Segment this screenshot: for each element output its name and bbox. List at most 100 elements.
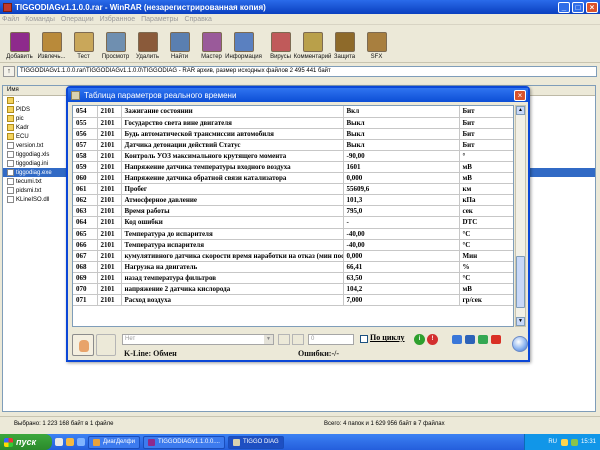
param-id: 057 [73,139,98,151]
toolbar-button-delete[interactable]: Удалить [132,32,163,60]
param-value: -40,00 [343,228,460,240]
mode-combo[interactable]: Нет ▼ [122,334,274,345]
count-input[interactable]: 0 [308,334,354,345]
quicklaunch-desktop-icon[interactable] [55,438,63,446]
toolbar-button-comment[interactable]: Комментарий [294,32,331,60]
table-row[interactable]: 054 2101 Зажигание состоянии Вкл Бит [73,106,513,118]
language-indicator[interactable]: RU [548,439,557,445]
toolbar-button-add-archive[interactable]: Добавить [4,32,35,60]
table-row[interactable]: 062 2101 Атмосферное давление 101,3 кПа [73,194,513,207]
errors-status: Ошибки:-/- [298,349,340,358]
table-row[interactable]: 064 2101 Код ошибки - DTC [73,216,513,229]
taskbar-task[interactable]: TIGGODIAGv1.1.0.0.... [142,435,225,449]
toolbar-button-wizard[interactable]: Мастер [196,32,227,60]
param-value: Выкл [343,128,460,140]
quicklaunch-explorer-icon[interactable] [66,438,74,446]
param-name: Расход воздуха [121,294,344,307]
table-row[interactable]: 058 2101 Контроль УОЗ максимального крутящ… [73,150,513,162]
table-row[interactable]: 060 2101 Напряжение датчика обратной связи… [73,172,513,185]
table-row[interactable]: 055 2101 Государство света вине двигателя В… [73,117,513,129]
scroll-down-icon[interactable]: ▼ [516,317,525,326]
table-row[interactable]: 059 2101 Напряжение датчика температуры вх… [73,161,513,174]
table-row[interactable]: 057 2101 Датчика детонации действий Статус… [73,139,513,151]
minimize-icon[interactable]: _ [558,1,570,13]
table-row[interactable]: 056 2101 Будь автоматической трансмиссии а… [73,128,513,140]
ok-check-icon[interactable] [478,335,488,344]
menu-help[interactable]: Справка [184,16,211,23]
scroll-up-icon[interactable]: ▲ [516,106,525,115]
dialog-title-bar[interactable]: Таблица параметров реального времени × [68,88,528,102]
toolbar-button-sfx[interactable]: SFX [361,32,392,60]
param-unit: мВ [459,161,513,174]
close-icon[interactable]: × [586,1,598,13]
up-folder-icon[interactable]: ↑ [3,66,15,77]
task-label: ДиагДелфи [103,439,135,445]
taskbar-task[interactable]: ДиагДелфи [88,435,140,449]
menu-file[interactable]: Файл [2,16,19,23]
comment-icon [302,32,323,52]
toolbar-button-view[interactable]: Просмотр [100,32,131,60]
param-id: 064 [73,216,98,229]
save-icon[interactable] [465,335,475,344]
menu-options[interactable]: Параметры [141,16,178,23]
taskbar-task[interactable]: TIGGO DIAG [227,435,284,449]
param-name: Государство света вине двигателя [121,117,344,129]
disabled-button[interactable] [96,334,116,356]
menu-commands[interactable]: Команды [25,16,55,23]
cycle-checkbox[interactable] [360,335,368,343]
start-button[interactable]: пуск [0,434,52,450]
toolbar-button-test[interactable]: Тест [68,32,99,60]
param-unit: Мин [459,250,513,262]
menu-operations[interactable]: Операции [61,16,94,23]
maximize-icon[interactable]: □ [572,1,584,13]
quicklaunch-ie-icon[interactable] [77,438,85,446]
archive-path-field[interactable]: TIGGODIAGv1.1.0.0.rar\TIGGODIAGv1.1.0.0\… [17,66,597,77]
stop-red-icon[interactable]: ! [427,334,438,345]
dialog-app-icon [71,90,80,100]
cancel-icon[interactable] [491,335,501,344]
param-pid: 2101 [97,294,122,307]
toolbar-button-info[interactable]: Информация [225,32,262,60]
tray-icon-1[interactable] [560,438,568,446]
menu-favorites[interactable]: Избранное [100,16,135,23]
param-pid: 2101 [97,106,122,118]
parameters-grid[interactable]: 054 2101 Зажигание состоянии Вкл Бит 055 2101 Г… [72,105,514,327]
dialog-close-icon[interactable]: × [514,89,526,101]
start-green-icon[interactable]: i [414,334,425,345]
step-forward-button[interactable] [292,334,304,345]
toolbar-button-virus[interactable]: Вирусы [265,32,296,60]
param-id: 070 [73,283,98,296]
toolbar-label: Комментарий [293,54,332,60]
table-row[interactable]: 061 2101 Пробег 55609,6 км [73,183,513,196]
file-name: tiggodiag.xls [16,151,50,158]
dropdown-arrow-icon[interactable]: ▼ [264,335,273,344]
table-row[interactable]: 071 2101 Расход воздуха 7,000 гр/сек [73,294,513,307]
table-row[interactable]: 065 2101 Температура до испарителя -40,00 °C [73,228,513,240]
param-name: Нагрузка на двигатель [121,261,344,273]
table-row[interactable]: 067 2101 кумулятивного датчика скорости вр… [73,250,513,262]
step-back-button[interactable] [278,334,290,345]
toolbar-label: Найти [170,54,189,60]
winrar-title-bar[interactable]: TIGGODIAGv1.1.0.0.rar - WinRAR (незареги… [0,0,600,14]
param-unit: Бит [459,139,513,151]
param-id: 056 [73,128,98,140]
table-row[interactable]: 063 2101 Время работы 795,0 сек [73,205,513,218]
file-name: .. [16,97,20,104]
table-row[interactable]: 066 2101 Температура испарителя -40,00 °C [73,239,513,251]
connect-icon[interactable] [452,335,462,344]
param-value: Вкл [343,106,460,118]
globe-icon[interactable] [512,336,528,352]
table-row[interactable]: 068 2101 Нагрузка на двигатель 66,41% [73,261,513,273]
tray-icon-2[interactable] [570,438,578,446]
folder-icon [7,133,14,140]
table-row[interactable]: 069 2101 назад температура фильтров 63,50 °C [73,272,513,285]
grid-scrollbar[interactable]: ▲ ▼ [515,105,526,327]
toolbar-button-extract[interactable]: Извлечь... [36,32,67,60]
toolbar-button-find[interactable]: Найти [164,32,195,60]
toolbar-button-protect[interactable]: Защита [329,32,360,60]
toolbar-label: Удалить [136,54,159,60]
stop-hand-button[interactable] [72,334,94,356]
scroll-thumb[interactable] [516,256,525,308]
table-row[interactable]: 070 2101 напряжение 2 датчика кислорода 104… [73,283,513,296]
file-name: pic [16,115,24,122]
